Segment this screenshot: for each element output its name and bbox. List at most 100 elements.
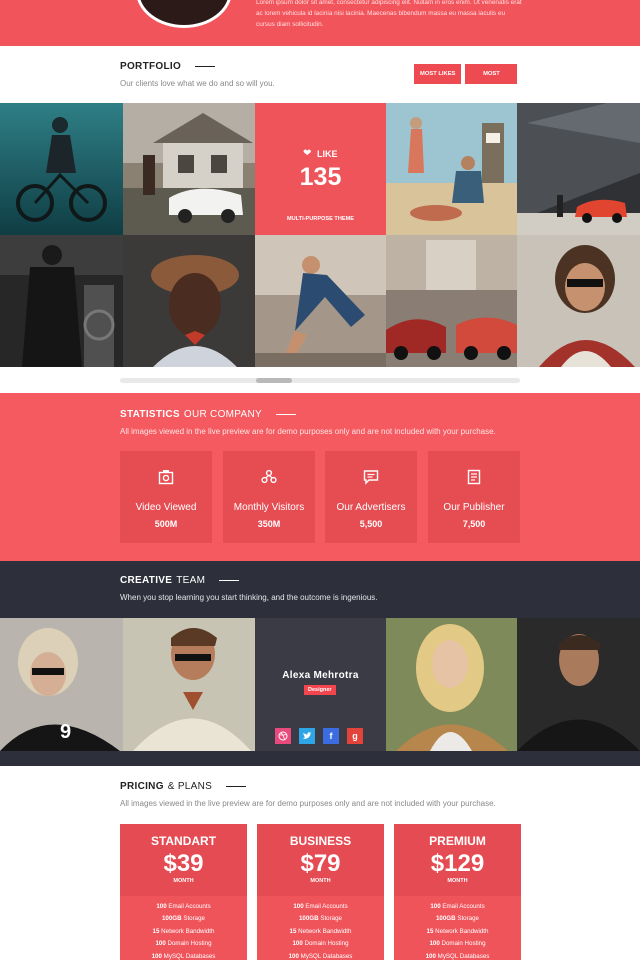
- plan-feature: 100 MySQL Databases: [151, 952, 216, 960]
- plan-name: Business: [289, 834, 352, 848]
- plan-feature: 100GB Storage: [161, 915, 205, 923]
- pricing-header: Pricing & Plans All images viewed in the…: [120, 781, 496, 808]
- pricing-subtitle: All images viewed in the live preview ar…: [120, 799, 496, 808]
- stat-value: 5,500: [359, 519, 383, 529]
- member-name: Alexa Mehrotra: [282, 670, 359, 681]
- portfolio-item-red-car[interactable]: [517, 103, 640, 235]
- plan-price: $39: [163, 850, 204, 877]
- team-title: Creative: [120, 575, 173, 586]
- plan-feature: 100 Email Accounts: [430, 903, 485, 910]
- member-role-badge: Designer: [304, 685, 336, 695]
- scrollbar-thumb[interactable]: [256, 378, 292, 383]
- portfolio-item-cyclist[interactable]: [0, 103, 123, 235]
- team-title-light: Team: [176, 575, 206, 586]
- team-member-photo[interactable]: [517, 618, 640, 751]
- portfolio-subtitle: Our clients love what we do and so will …: [120, 79, 275, 88]
- stat-label: Our Advertisers: [336, 502, 406, 513]
- portfolio-filter: Most Likes Most Recent: [414, 64, 518, 97]
- stat-monthly-visitors: Monthly Visitors 350M: [223, 451, 315, 543]
- portfolio-item-house-car[interactable]: [123, 103, 255, 235]
- stat-our-publisher: Our Publisher 7,500: [428, 451, 520, 543]
- plan-premium[interactable]: Premium $129 MONTH 100 Email Accounts 10…: [394, 824, 521, 960]
- stat-value: 350M: [257, 519, 281, 529]
- red-car-photo: [517, 103, 640, 235]
- statistics-section: Statistics Our Company All images viewed…: [0, 393, 640, 561]
- team-member-photo[interactable]: [386, 618, 517, 751]
- google-icon[interactable]: g: [347, 728, 363, 744]
- stat-label: Our Publisher: [443, 502, 505, 513]
- plan-features: 100 Email Accounts 100GB Storage 15 Netw…: [120, 896, 247, 960]
- dribbble-icon[interactable]: [275, 728, 291, 744]
- team-members: 9 Alexa Mehrotra Designer f g: [0, 618, 640, 751]
- portfolio-item-sunglasses-man[interactable]: [517, 235, 640, 367]
- chat-icon: [325, 469, 417, 487]
- plan-business[interactable]: Business $79 MONTH 100 Email Accounts 10…: [257, 824, 384, 960]
- portfolio-like-tile[interactable]: ❤ LIKE 135 Multi-Purpose Theme: [255, 103, 386, 235]
- pricing-section: Pricing & Plans All images viewed in the…: [0, 766, 640, 960]
- plan-feature: 100 Domain Hosting: [292, 940, 349, 948]
- portfolio-title: Portfolio: [120, 61, 182, 72]
- portfolio-scrollbar[interactable]: [120, 378, 520, 383]
- title-divider: [219, 580, 240, 581]
- member-photo: 9: [0, 618, 123, 751]
- statistics-title: Statistics: [120, 409, 180, 420]
- stat-value: 7,500: [462, 519, 486, 529]
- portfolio-item-beach[interactable]: [386, 103, 517, 235]
- pricing-title-light: & Plans: [167, 781, 213, 792]
- most-recent-button[interactable]: Most Recent: [465, 64, 518, 97]
- portfolio-item-gym[interactable]: [0, 235, 123, 367]
- plan-feature: 100GB Storage: [435, 915, 479, 923]
- stat-label: Video Viewed: [135, 502, 197, 513]
- runner-photo: [255, 235, 386, 367]
- plan-features: 100 Email Accounts 100GB Storage 15 Netw…: [394, 896, 521, 960]
- twitter-icon[interactable]: [299, 728, 315, 744]
- pricing-title: Pricing: [120, 781, 164, 792]
- like-label: LIKE: [317, 149, 338, 159]
- portfolio-item-runner[interactable]: [255, 235, 386, 367]
- plan-period: MONTH: [447, 878, 468, 884]
- beach-photo: [386, 103, 517, 235]
- like-theme-label: Multi-Purpose Theme: [286, 216, 355, 222]
- plan-period: MONTH: [310, 878, 331, 884]
- house-car-photo: [123, 103, 255, 235]
- team-subtitle: When you stop learning you start thinkin…: [120, 593, 378, 602]
- cyclist-photo: [0, 103, 123, 235]
- plan-feature: 100 MySQL Databases: [288, 952, 353, 960]
- plan-period: MONTH: [173, 878, 194, 884]
- member-photo: [517, 618, 640, 751]
- plan-standart[interactable]: Standart $39 MONTH 100 Email Accounts 10…: [120, 824, 247, 960]
- stat-video-viewed: Video Viewed 500M: [120, 451, 212, 543]
- plan-feature: 100 Domain Hosting: [155, 940, 212, 948]
- plan-feature: 100 MySQL Databases: [425, 952, 490, 960]
- intro-text: Lorem ipsum dolor sit amet, consectetur …: [256, 0, 522, 28]
- portfolio-header: Portfolio Our clients love what we do an…: [120, 61, 275, 88]
- plan-feature: 15 Network Bandwidth: [152, 927, 215, 935]
- plan-feature: 100GB Storage: [298, 915, 342, 923]
- document-icon: [428, 469, 520, 487]
- plan-price: $79: [300, 850, 341, 877]
- plan-feature: 100 Email Accounts: [156, 903, 211, 910]
- team-member-photo[interactable]: [123, 618, 255, 751]
- team-member-photo[interactable]: 9: [0, 618, 123, 751]
- plan-name: Standart: [150, 834, 217, 848]
- stat-value: 500M: [154, 519, 178, 529]
- featured-member-card[interactable]: Alexa Mehrotra Designer f g: [255, 618, 386, 751]
- title-divider: [226, 786, 247, 787]
- portfolio-item-portrait-hat[interactable]: [123, 235, 255, 367]
- title-divider: [195, 66, 216, 67]
- most-likes-button[interactable]: Most Likes: [414, 64, 462, 84]
- portrait-hat-photo: [123, 235, 255, 367]
- plan-features: 100 Email Accounts 100GB Storage 15 Netw…: [257, 896, 384, 960]
- facebook-icon[interactable]: f: [323, 728, 339, 744]
- stat-our-advertisers: Our Advertisers 5,500: [325, 451, 417, 543]
- sunglasses-man-photo: [517, 235, 640, 367]
- plan-price: $129: [430, 850, 485, 877]
- portfolio-grid: ❤ LIKE 135 Multi-Purpose Theme: [0, 103, 640, 367]
- portfolio-item-street-cars[interactable]: [386, 235, 517, 367]
- team-header: Creative Team When you stop learning you…: [120, 575, 378, 602]
- heart-icon: ❤: [303, 148, 312, 159]
- svg-text:9: 9: [60, 721, 71, 743]
- statistics-header: Statistics Our Company All images viewed…: [120, 409, 496, 436]
- social-links: f g: [275, 728, 363, 744]
- visitors-icon: [223, 469, 315, 487]
